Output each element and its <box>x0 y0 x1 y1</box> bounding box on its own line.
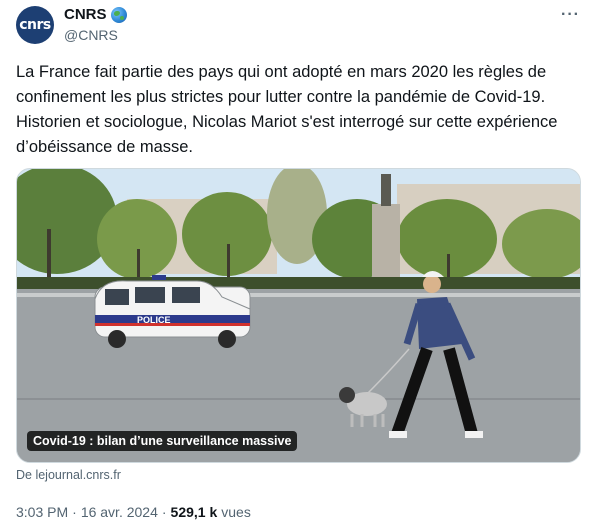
name-row: CNRS <box>64 6 127 23</box>
handle[interactable]: @CNRS <box>64 27 118 43</box>
media-caption: Covid-19 : bilan d’une surveillance mass… <box>27 431 298 451</box>
tweet-text: La France fait partie des pays qui ont a… <box>16 63 558 156</box>
meta-separator: · <box>72 504 77 520</box>
van-label: POLICE <box>137 315 171 325</box>
tweet-card: cnrs CNRS @CNRS ··· La France fait parti… <box>0 0 600 532</box>
photo-illustration: POLICE <box>17 169 580 462</box>
tweet-meta: 3:03 PM · 16 avr. 2024 · 529,1 k vues <box>16 504 251 520</box>
source-link[interactable]: De lejournal.cnrs.fr <box>16 468 121 482</box>
avatar[interactable]: cnrs <box>16 6 54 44</box>
views-count: 529,1 k <box>170 504 218 520</box>
tweet-date[interactable]: 16 avr. 2024 <box>81 504 158 520</box>
meta-separator: · <box>161 504 167 520</box>
media-image[interactable]: POLICE Covid-19: bilan d’une surveillan… <box>16 168 581 463</box>
views-label: vues <box>221 504 251 520</box>
display-name[interactable]: CNRS <box>64 6 107 23</box>
tweet-time[interactable]: 3:03 PM <box>16 504 68 520</box>
globe-icon <box>110 6 127 23</box>
more-options-icon[interactable]: ··· <box>561 7 580 23</box>
